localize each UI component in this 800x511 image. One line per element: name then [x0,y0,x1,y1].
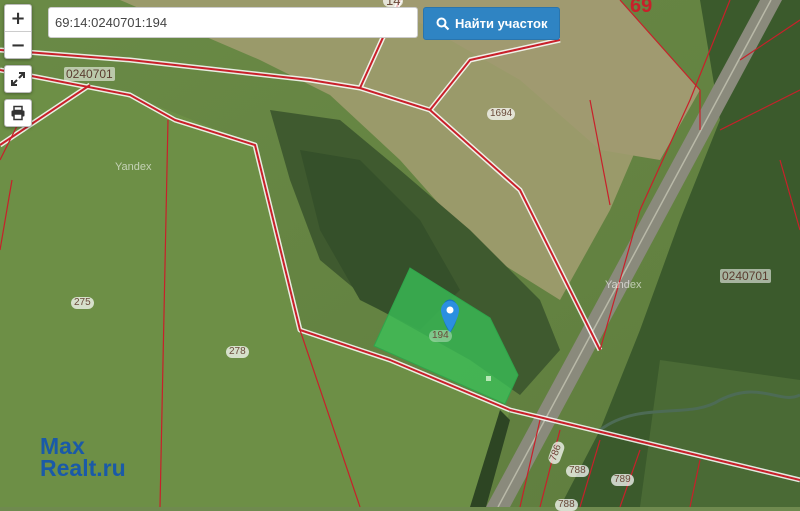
search-bar: Найти участок [48,7,561,40]
parcel-label-194: 194 [429,330,452,342]
quarter-label: 0240701 [64,67,115,81]
search-icon [436,17,450,30]
find-parcel-button[interactable]: Найти участок [423,7,561,40]
print-button[interactable] [4,99,32,127]
zoom-in-button[interactable]: + [5,5,31,31]
satellite-map[interactable] [0,0,800,507]
fullscreen-button[interactable] [4,65,32,93]
printer-icon [11,105,25,121]
zoom-out-button[interactable]: − [5,31,31,58]
parcel-label-1694: 1694 [487,108,516,120]
quarter-label: 0240701 [720,269,771,283]
parcel-label-788: 788 [566,465,589,477]
parcel-label-278: 278 [226,346,249,358]
cadastral-number-input[interactable] [48,7,418,38]
parcel-label-789: 789 [611,474,634,486]
yandex-watermark: Yandex [605,279,642,291]
maxrealt-logo: Max Realt.ru [40,433,126,481]
yandex-watermark: Yandex [115,161,152,173]
parcel-label-275: 275 [71,297,94,309]
top-cut-label: 14 [383,0,404,7]
zoom-control: + − [4,4,32,59]
parcel-label-788b: 788 [555,499,578,511]
expand-icon [11,72,25,86]
region-label: 69 [630,0,653,17]
find-parcel-label: Найти участок [455,16,548,31]
